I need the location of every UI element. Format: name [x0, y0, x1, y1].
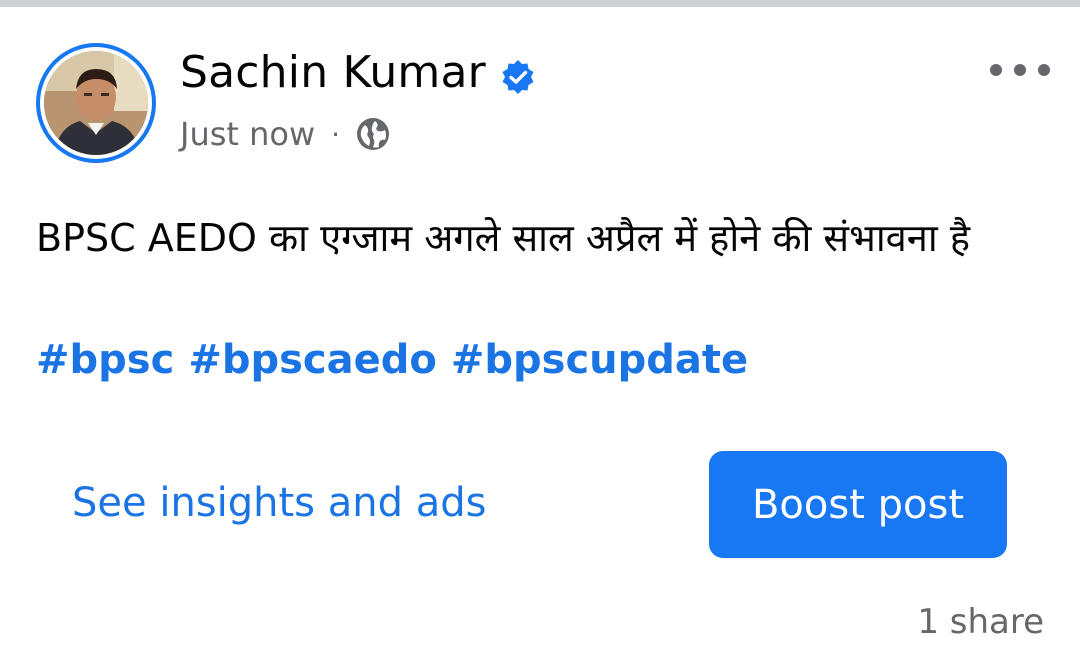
timestamp[interactable]: Just now — [180, 115, 315, 153]
profile-photo — [44, 51, 148, 155]
hashtag-list: #bpsc #bpscaedo #bpscupdate — [36, 337, 762, 383]
share-count[interactable]: 1 share — [917, 602, 1044, 642]
boost-post-button[interactable]: Boost post — [709, 451, 1007, 558]
globe-icon[interactable] — [356, 117, 390, 151]
hashtag-link[interactable]: #bpscupdate — [451, 337, 748, 383]
see-insights-link[interactable]: See insights and ads — [72, 480, 486, 526]
feed-divider — [0, 0, 1080, 7]
post-text: BPSC AEDO का एग्जाम अगले साल अप्रैल में … — [36, 216, 970, 260]
post-card: Sachin Kumar Just now · BPSC AEDO का एग्… — [0, 7, 1080, 652]
hashtag-link[interactable]: #bpscaedo — [188, 337, 437, 383]
author-name-label: Sachin Kumar — [180, 47, 486, 98]
author-name[interactable]: Sachin Kumar — [180, 47, 536, 98]
meta-separator: · — [331, 117, 341, 151]
more-options-icon[interactable] — [990, 55, 1050, 85]
post-meta: Just now · — [180, 115, 390, 153]
verified-badge-icon — [500, 55, 536, 94]
hashtag-link[interactable]: #bpsc — [36, 337, 174, 383]
avatar[interactable] — [36, 43, 156, 163]
